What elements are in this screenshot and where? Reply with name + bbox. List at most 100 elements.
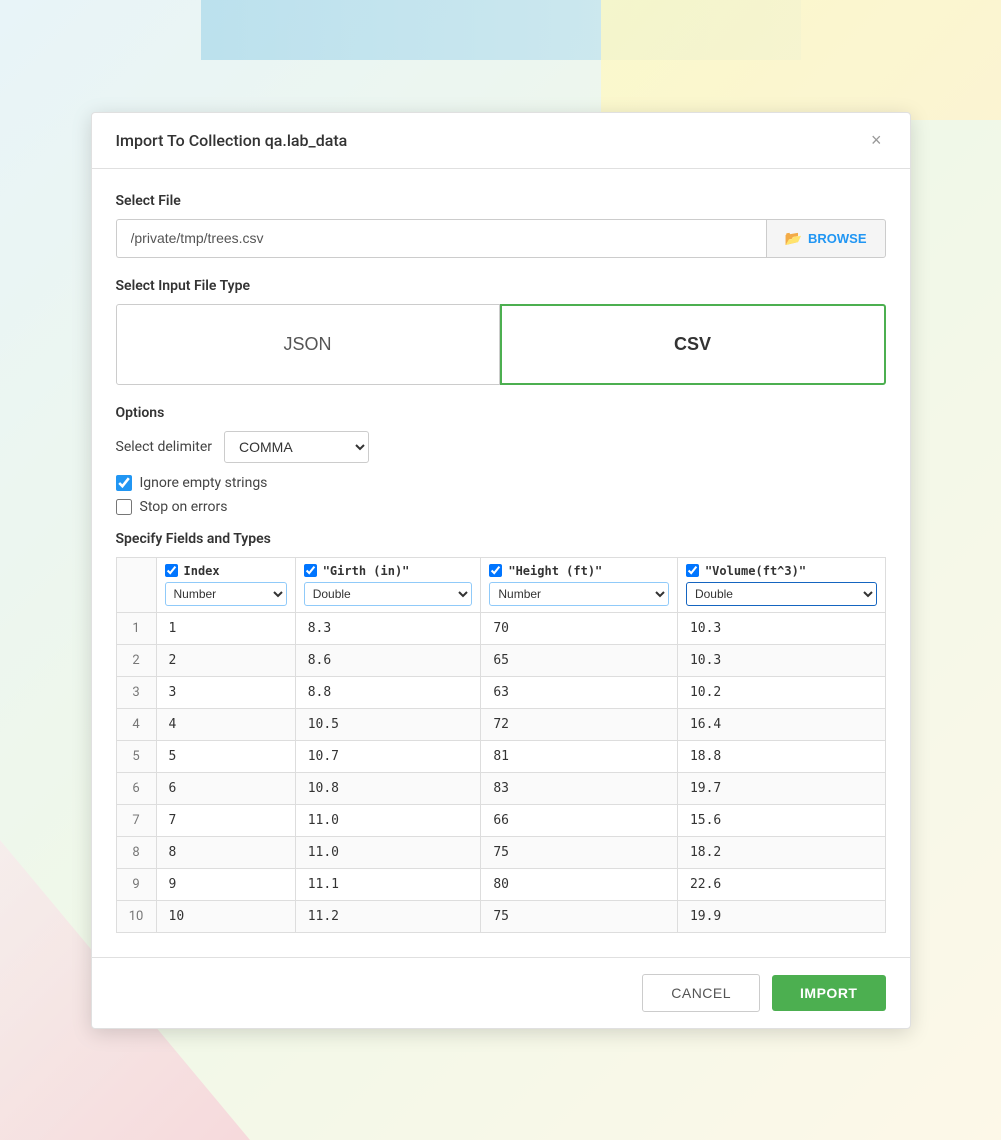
delimiter-row: Select delimiter COMMA TAB SEMICOLON SPA… [116,431,886,463]
import-button[interactable]: IMPORT [772,975,885,1011]
table-cell: 80 [481,868,678,900]
col-header-volume: "Volume(ft^3)" Number String Double Bool… [677,557,885,612]
table-cell: 19.9 [677,900,885,932]
delimiter-label: Select delimiter [116,439,213,455]
table-cell: 9 [156,868,295,900]
row-number-cell: 7 [116,804,156,836]
browse-label: BROWSE [808,231,867,246]
col-volume-checkbox[interactable] [686,564,699,577]
col-volume-type-select[interactable]: Number String Double Boolean [686,582,877,606]
file-type-csv-button[interactable]: CSV [500,304,886,385]
delimiter-select[interactable]: COMMA TAB SEMICOLON SPACE [224,431,369,463]
table-row: 4410.57216.4 [116,708,885,740]
table-row: 8811.07518.2 [116,836,885,868]
row-number-cell: 10 [116,900,156,932]
col-index-name: Index [184,564,220,578]
modal-header: Import To Collection qa.lab_data × [92,113,910,169]
row-number-cell: 3 [116,676,156,708]
table-cell: 8.6 [295,644,481,676]
table-cell: 10.3 [677,644,885,676]
file-type-row: JSON CSV [116,304,886,385]
row-num-header [116,557,156,612]
row-number-cell: 2 [116,644,156,676]
browse-button[interactable]: 📂 BROWSE [766,219,886,258]
table-cell: 18.2 [677,836,885,868]
modal-title: Import To Collection qa.lab_data [116,131,348,150]
row-number-cell: 5 [116,740,156,772]
ignore-empty-strings-row: Ignore empty strings [116,475,886,491]
table-cell: 11.1 [295,868,481,900]
table-cell: 66 [481,804,678,836]
table-row: 118.37010.3 [116,612,885,644]
browse-icon: 📂 [785,230,802,247]
table-cell: 11.0 [295,804,481,836]
col-girth-checkbox[interactable] [304,564,317,577]
stop-on-errors-checkbox[interactable] [116,499,132,515]
options-label: Options [116,405,886,421]
select-file-label: Select File [116,193,886,209]
col-height-checkbox[interactable] [489,564,502,577]
col-girth-name: "Girth (in)" [323,564,410,578]
table-cell: 10.3 [677,612,885,644]
table-cell: 7 [156,804,295,836]
table-cell: 8.3 [295,612,481,644]
modal-close-button[interactable]: × [867,131,886,149]
table-cell: 18.8 [677,740,885,772]
table-cell: 83 [481,772,678,804]
table-cell: 10.5 [295,708,481,740]
col-height-name: "Height (ft)" [508,564,602,578]
fields-section-label: Specify Fields and Types [116,531,886,547]
table-cell: 75 [481,900,678,932]
table-row: 228.66510.3 [116,644,885,676]
table-cell: 70 [481,612,678,644]
table-row: 7711.06615.6 [116,804,885,836]
col-height-type-select[interactable]: Number String Double Boolean [489,582,669,606]
file-type-label: Select Input File Type [116,278,886,294]
fields-table: Index Number String Double Boolean [116,557,886,933]
table-cell: 11.0 [295,836,481,868]
table-cell: 10.2 [677,676,885,708]
table-cell: 10 [156,900,295,932]
table-row: 5510.78118.8 [116,740,885,772]
table-body: 118.37010.3228.66510.3338.86310.24410.57… [116,612,885,932]
col-girth-type-select[interactable]: Number String Double Boolean [304,582,473,606]
table-cell: 75 [481,836,678,868]
table-cell: 10.7 [295,740,481,772]
table-cell: 72 [481,708,678,740]
col-index-checkbox[interactable] [165,564,178,577]
cancel-button[interactable]: CANCEL [642,974,760,1012]
table-cell: 10.8 [295,772,481,804]
ignore-empty-strings-label: Ignore empty strings [140,475,268,491]
bg-decoration-yellow [601,0,1001,120]
table-row: 6610.88319.7 [116,772,885,804]
table-cell: 63 [481,676,678,708]
modal-footer: CANCEL IMPORT [92,957,910,1028]
options-section: Options Select delimiter COMMA TAB SEMIC… [116,405,886,515]
modal-body: Select File 📂 BROWSE Select Input File T… [92,169,910,957]
table-row: 101011.27519.9 [116,900,885,932]
table-row: 9911.18022.6 [116,868,885,900]
table-cell: 8.8 [295,676,481,708]
stop-on-errors-label: Stop on errors [140,499,228,515]
table-cell: 16.4 [677,708,885,740]
file-type-json-button[interactable]: JSON [116,304,500,385]
import-modal: Import To Collection qa.lab_data × Selec… [91,112,911,1029]
row-number-cell: 4 [116,708,156,740]
row-number-cell: 8 [116,836,156,868]
table-cell: 5 [156,740,295,772]
col-header-height: "Height (ft)" Number String Double Boole… [481,557,678,612]
row-number-cell: 1 [116,612,156,644]
table-cell: 15.6 [677,804,885,836]
table-cell: 6 [156,772,295,804]
table-cell: 11.2 [295,900,481,932]
table-row: 338.86310.2 [116,676,885,708]
ignore-empty-strings-checkbox[interactable] [116,475,132,491]
table-cell: 22.6 [677,868,885,900]
file-path-input[interactable] [116,219,766,258]
table-cell: 1 [156,612,295,644]
table-cell: 3 [156,676,295,708]
col-header-girth: "Girth (in)" Number String Double Boolea… [295,557,481,612]
row-number-cell: 9 [116,868,156,900]
col-index-type-select[interactable]: Number String Double Boolean [165,582,287,606]
table-cell: 81 [481,740,678,772]
